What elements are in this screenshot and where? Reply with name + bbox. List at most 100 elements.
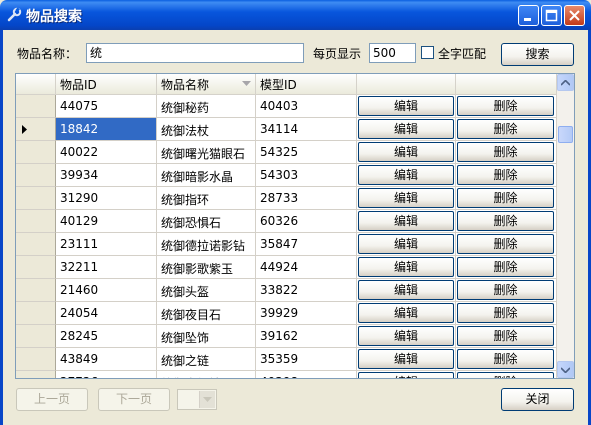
scroll-thumb[interactable] xyxy=(558,126,573,143)
row-header[interactable] xyxy=(16,187,56,210)
column-header-model-id[interactable]: 模型ID xyxy=(256,74,357,94)
scroll-up-button[interactable] xyxy=(557,74,574,91)
edit-button[interactable]: 编辑 xyxy=(358,372,454,378)
delete-button[interactable]: 删除 xyxy=(457,165,554,185)
row-header[interactable] xyxy=(16,210,56,233)
full-match-label[interactable]: 全字匹配 xyxy=(438,45,486,62)
cell-item-name[interactable]: 统御暗影水晶 xyxy=(157,164,256,187)
cell-item-name[interactable]: 统御指环 xyxy=(157,187,256,210)
table-row[interactable]: 27726统御高级铠甲40398编辑删除 xyxy=(16,371,557,378)
cell-item-id[interactable]: 28245 xyxy=(56,325,157,348)
cell-model-id[interactable]: 39162 xyxy=(256,325,357,348)
delete-button[interactable]: 删除 xyxy=(457,211,554,231)
table-row[interactable]: 21460 统御头盔 33822 编辑 删除 xyxy=(16,279,557,302)
table-row[interactable]: 32211 统御影歌紫玉 44924 编辑 删除 xyxy=(16,256,557,279)
table-row[interactable]: 28245 统御坠饰 39162 编辑 删除 xyxy=(16,325,557,348)
cell-item-id[interactable]: 18842 xyxy=(56,118,157,141)
column-header-item-id[interactable]: 物品ID xyxy=(56,74,157,94)
cell-item-name[interactable]: 统御法杖 xyxy=(157,118,256,141)
edit-button[interactable]: 编辑 xyxy=(358,257,454,277)
cell-model-id[interactable]: 39929 xyxy=(256,302,357,325)
row-header[interactable] xyxy=(16,325,56,348)
delete-button[interactable]: 删除 xyxy=(457,349,554,369)
search-button[interactable]: 搜索 xyxy=(501,43,574,66)
title-bar[interactable]: 物品搜索 xyxy=(0,0,591,30)
cell-item-id[interactable]: 27726 xyxy=(56,371,157,378)
close-button[interactable]: 关闭 xyxy=(501,388,574,411)
cell-item-name[interactable]: 统御高级铠甲 xyxy=(157,371,256,378)
row-header[interactable] xyxy=(16,348,56,371)
minimize-button[interactable] xyxy=(518,5,539,26)
cell-item-name[interactable]: 统御坠饰 xyxy=(157,325,256,348)
delete-button[interactable]: 删除 xyxy=(457,96,554,116)
edit-button[interactable]: 编辑 xyxy=(358,96,454,116)
results-grid[interactable]: 物品ID 物品名称 模型ID 44075 统御秘药 40403 编辑 删除 18842 统御… xyxy=(15,73,575,379)
row-header[interactable] xyxy=(16,164,56,187)
row-header[interactable] xyxy=(16,141,56,164)
delete-button[interactable]: 删除 xyxy=(457,257,554,277)
edit-button[interactable]: 编辑 xyxy=(358,326,454,346)
edit-button[interactable]: 编辑 xyxy=(358,165,454,185)
edit-button[interactable]: 编辑 xyxy=(358,349,454,369)
cell-model-id[interactable]: 44924 xyxy=(256,256,357,279)
delete-button[interactable]: 删除 xyxy=(457,303,554,323)
scroll-down-button[interactable] xyxy=(557,361,574,378)
prev-page-button[interactable]: 上一页 xyxy=(16,388,88,411)
column-header-edit[interactable] xyxy=(357,74,456,94)
full-match-checkbox[interactable] xyxy=(421,46,434,59)
edit-button[interactable]: 编辑 xyxy=(358,119,454,139)
edit-button[interactable]: 编辑 xyxy=(358,234,454,254)
delete-button[interactable]: 删除 xyxy=(457,280,554,300)
cell-model-id[interactable]: 34114 xyxy=(256,118,357,141)
delete-button[interactable]: 删除 xyxy=(457,326,554,346)
edit-button[interactable]: 编辑 xyxy=(358,188,454,208)
vertical-scrollbar[interactable] xyxy=(557,74,574,378)
cell-item-name[interactable]: 统御之链 xyxy=(157,348,256,371)
cell-item-id[interactable]: 40129 xyxy=(56,210,157,233)
cell-item-name[interactable]: 统御夜目石 xyxy=(157,302,256,325)
edit-button[interactable]: 编辑 xyxy=(358,142,454,162)
table-row[interactable]: 24054 统御夜目石 39929 编辑 删除 xyxy=(16,302,557,325)
column-header-delete[interactable] xyxy=(456,74,557,94)
cell-item-id[interactable]: 44075 xyxy=(56,95,157,118)
table-row[interactable]: 40022 统御曙光猫眼石 54325 编辑 删除 xyxy=(16,141,557,164)
cell-model-id[interactable]: 35847 xyxy=(256,233,357,256)
cell-item-id[interactable]: 39934 xyxy=(56,164,157,187)
next-page-button[interactable]: 下一页 xyxy=(98,388,170,411)
delete-button[interactable]: 删除 xyxy=(457,119,554,139)
page-select[interactable] xyxy=(177,389,217,410)
table-row[interactable]: 43849 统御之链 35359 编辑 删除 xyxy=(16,348,557,371)
page-select-dropdown[interactable] xyxy=(199,391,215,408)
table-row[interactable]: 39934 统御暗影水晶 54303 编辑 删除 xyxy=(16,164,557,187)
cell-item-id[interactable]: 21460 xyxy=(56,279,157,302)
delete-button[interactable]: 删除 xyxy=(457,234,554,254)
delete-button[interactable]: 删除 xyxy=(457,188,554,208)
table-row[interactable]: 40129 统御恐惧石 60326 编辑 删除 xyxy=(16,210,557,233)
row-header[interactable] xyxy=(16,371,56,378)
close-window-button[interactable] xyxy=(564,5,585,26)
maximize-button[interactable] xyxy=(541,5,562,26)
row-header[interactable] xyxy=(16,95,56,118)
cell-item-id[interactable]: 32211 xyxy=(56,256,157,279)
delete-button[interactable]: 删除 xyxy=(457,372,554,378)
cell-model-id[interactable]: 35359 xyxy=(256,348,357,371)
table-row[interactable]: 18842 统御法杖 34114 编辑 删除 xyxy=(16,118,557,141)
row-header[interactable] xyxy=(16,256,56,279)
delete-button[interactable]: 删除 xyxy=(457,142,554,162)
row-header[interactable] xyxy=(16,118,56,141)
cell-item-id[interactable]: 40022 xyxy=(56,141,157,164)
column-header-item-name[interactable]: 物品名称 xyxy=(157,74,256,94)
cell-item-name[interactable]: 统御头盔 xyxy=(157,279,256,302)
cell-item-id[interactable]: 31290 xyxy=(56,187,157,210)
cell-model-id[interactable]: 54325 xyxy=(256,141,357,164)
cell-model-id[interactable]: 33822 xyxy=(256,279,357,302)
cell-item-name[interactable]: 统御影歌紫玉 xyxy=(157,256,256,279)
cell-item-name[interactable]: 统御曙光猫眼石 xyxy=(157,141,256,164)
row-header[interactable] xyxy=(16,233,56,256)
edit-button[interactable]: 编辑 xyxy=(358,280,454,300)
item-name-input[interactable]: 统 xyxy=(86,43,304,63)
cell-item-id[interactable]: 24054 xyxy=(56,302,157,325)
cell-model-id[interactable]: 28733 xyxy=(256,187,357,210)
cell-model-id[interactable]: 54303 xyxy=(256,164,357,187)
cell-item-name[interactable]: 统御德拉诺影钻 xyxy=(157,233,256,256)
